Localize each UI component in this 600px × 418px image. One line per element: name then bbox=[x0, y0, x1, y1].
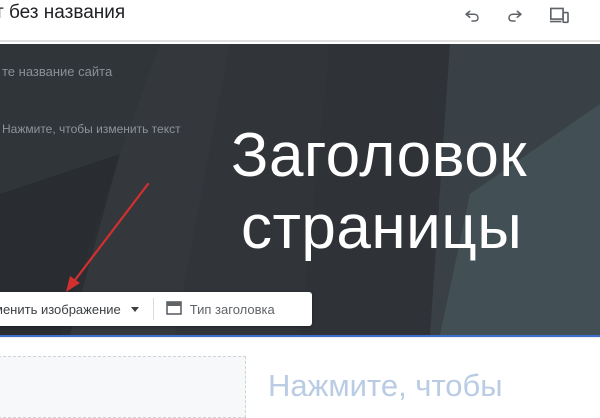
header-type-label: Тип заголовка bbox=[189, 301, 275, 317]
devices-preview-icon bbox=[549, 6, 569, 24]
page-title-line-2: страницы bbox=[241, 193, 523, 262]
editor-top-bar: т без названия bbox=[0, 0, 600, 40]
header-image-toolbar: менить изображение Тип заголовка bbox=[0, 292, 312, 326]
preview-button[interactable] bbox=[546, 4, 572, 26]
body-text-field[interactable]: Нажмите, чтобы bbox=[268, 368, 503, 404]
page-header-section[interactable]: те название сайта Нажмите, чтобы изменит… bbox=[0, 44, 600, 337]
top-bar-divider bbox=[0, 40, 600, 42]
header-layout-icon bbox=[165, 300, 190, 318]
content-divider bbox=[0, 337, 600, 338]
undo-icon bbox=[463, 6, 481, 24]
site-name-field[interactable]: те название сайта bbox=[2, 64, 112, 79]
redo-icon bbox=[506, 6, 524, 24]
site-title[interactable]: т без названия bbox=[0, 2, 125, 24]
undo-button[interactable] bbox=[459, 4, 485, 26]
header-type-button[interactable]: Тип заголовка bbox=[154, 292, 275, 326]
image-placeholder-box[interactable] bbox=[0, 356, 246, 418]
change-image-button[interactable]: менить изображение bbox=[0, 292, 153, 326]
page-title[interactable]: Заголовок страницы bbox=[231, 120, 600, 264]
header-text-field[interactable]: Нажмите, чтобы изменить текст bbox=[2, 122, 181, 136]
chevron-down-icon bbox=[130, 306, 139, 312]
change-image-label: менить изображение bbox=[0, 301, 121, 317]
redo-button[interactable] bbox=[502, 4, 528, 26]
page-title-line-1: Заголовок bbox=[231, 121, 528, 190]
